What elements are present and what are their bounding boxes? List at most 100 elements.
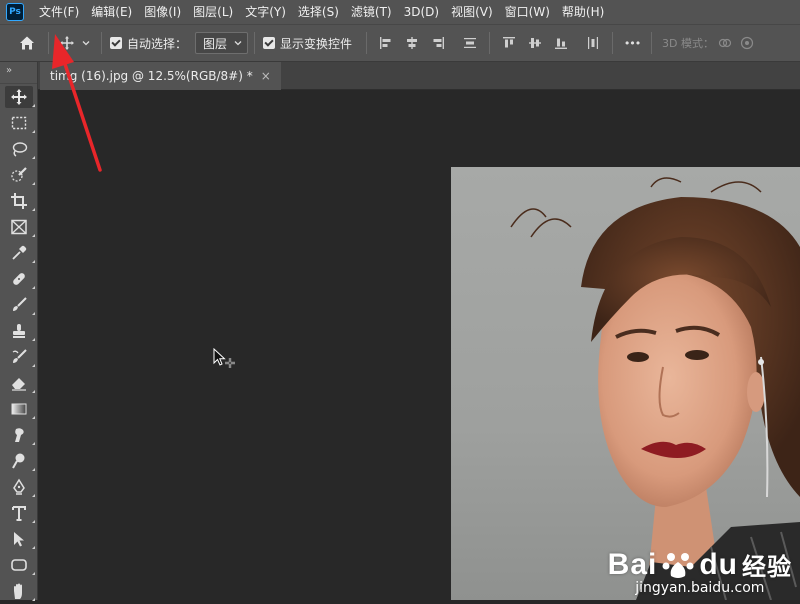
tool-history-brush[interactable] — [0, 344, 38, 370]
menu-3d[interactable]: 3D(D) — [398, 0, 445, 24]
eyedropper-icon — [12, 245, 27, 260]
align-bottom-icon — [555, 38, 568, 49]
menu-bar: Ps 文件(F) 编辑(E) 图像(I) 图层(L) 文字(Y) 选择(S) 滤… — [0, 0, 800, 24]
tool-hand[interactable] — [0, 578, 38, 604]
document-canvas[interactable]: Bai du 经验 jingyan.baidu.com — [451, 167, 800, 600]
auto-select-checkbox[interactable] — [110, 37, 122, 49]
separator — [366, 32, 368, 54]
watermark-brand: Bai du 经验 — [608, 547, 792, 582]
tool-lasso[interactable] — [0, 136, 38, 162]
tool-crop[interactable] — [0, 188, 38, 214]
home-icon — [20, 36, 34, 50]
3d-orbit-button[interactable] — [714, 30, 736, 56]
clone-stamp-icon — [13, 324, 25, 338]
distribute-horizontal-icon — [588, 37, 599, 49]
paw-icon — [662, 552, 694, 578]
tool-brush[interactable] — [0, 292, 38, 318]
tool-frame[interactable] — [0, 214, 38, 240]
document-tab-title: timg (16).jpg @ 12.5%(RGB/8#) * — [50, 69, 253, 83]
hand-icon — [14, 583, 22, 599]
lasso-icon — [12, 142, 28, 157]
auto-select-value: 图层 — [203, 36, 228, 51]
move-cursor-icon — [213, 348, 235, 368]
separator — [101, 32, 102, 54]
frame-icon — [11, 219, 27, 235]
tool-quick-selection[interactable] — [0, 162, 38, 188]
more-options-button[interactable]: ••• — [619, 30, 645, 56]
watermark-brand-jy: 经验 — [742, 554, 792, 581]
align-right-icon — [433, 37, 445, 49]
menu-help[interactable]: 帮助(H) — [556, 0, 610, 24]
tool-gradient[interactable] — [0, 396, 38, 422]
tools-panel: » — [0, 62, 38, 601]
chevron-down-icon — [234, 41, 242, 46]
baidu-jingyan-watermark: Bai du 经验 jingyan.baidu.com — [608, 547, 792, 597]
menu-filter[interactable]: 滤镜(T) — [345, 0, 398, 24]
separator — [489, 32, 491, 54]
menu-select[interactable]: 选择(S) — [292, 0, 345, 24]
distribute-horizontal-button[interactable] — [580, 30, 606, 56]
menu-window[interactable]: 窗口(W) — [499, 0, 556, 24]
menu-image[interactable]: 图像(I) — [138, 0, 187, 24]
separator — [48, 32, 49, 54]
tool-eyedropper[interactable] — [0, 240, 38, 266]
home-button[interactable] — [12, 30, 42, 56]
separator — [612, 32, 614, 54]
portrait-photo — [510, 177, 800, 600]
close-icon[interactable]: × — [261, 69, 271, 83]
photoshop-logo[interactable]: Ps — [6, 3, 24, 21]
dodge-icon — [12, 453, 25, 469]
tool-preset-picker[interactable] — [55, 30, 95, 56]
quick-selection-icon — [11, 167, 27, 182]
menu-layer[interactable]: 图层(L) — [187, 0, 239, 24]
align-hcenter-button[interactable] — [399, 30, 425, 56]
tool-type[interactable] — [0, 500, 38, 526]
menu-file[interactable]: 文件(F) — [33, 0, 85, 24]
menu-type[interactable]: 文字(Y) — [239, 0, 292, 24]
rectangle-shape-icon — [11, 559, 27, 571]
watermark-brand-bai: Bai — [607, 547, 658, 581]
tool-path-selection[interactable] — [0, 526, 38, 552]
tool-rectangle[interactable] — [0, 552, 38, 578]
separator — [651, 32, 653, 54]
tool-eraser[interactable] — [0, 370, 38, 396]
tool-pen[interactable] — [0, 474, 38, 500]
3d-mode-label: 3D 模式： — [662, 37, 715, 50]
collapse-panel-toggle[interactable]: » — [0, 62, 37, 84]
chevron-down-icon — [82, 41, 90, 46]
align-vcenter-button[interactable] — [522, 30, 548, 56]
auto-select-dropdown[interactable]: 图层 — [195, 32, 249, 54]
document-tab[interactable]: timg (16).jpg @ 12.5%(RGB/8#) * × — [40, 62, 281, 90]
type-icon — [12, 506, 26, 521]
tool-clone-stamp[interactable] — [0, 318, 38, 344]
3d-rotate-icon — [740, 36, 754, 50]
align-right-button[interactable] — [425, 30, 451, 56]
3d-orbit-icon — [718, 38, 732, 48]
show-transform-checkbox[interactable] — [263, 37, 276, 49]
tool-smudge[interactable] — [0, 422, 38, 448]
tool-healing-brush[interactable] — [0, 266, 38, 292]
smudge-icon — [15, 428, 24, 442]
more-options-icon: ••• — [623, 36, 641, 50]
separator — [254, 32, 256, 54]
align-bottom-button[interactable] — [548, 30, 574, 56]
path-selection-icon — [14, 532, 24, 547]
3d-rotate-button[interactable] — [736, 30, 758, 56]
tool-move[interactable] — [0, 84, 38, 110]
distribute-vertical-icon — [464, 38, 477, 48]
watermark-url: jingyan.baidu.com — [635, 580, 765, 596]
align-top-button[interactable] — [496, 30, 522, 56]
tool-rectangular-marquee[interactable] — [0, 110, 38, 136]
align-horizontal-center-icon — [407, 37, 418, 49]
gradient-icon — [11, 403, 27, 415]
distribute-vertical-button[interactable] — [457, 30, 483, 56]
show-transform-label: 显示变换控件 — [280, 36, 353, 51]
canvas-workspace[interactable]: Bai du 经验 jingyan.baidu.com — [38, 90, 800, 600]
tool-dodge[interactable] — [0, 448, 38, 474]
align-left-button[interactable] — [373, 30, 399, 56]
watermark-brand-du: du — [699, 547, 738, 581]
menu-view[interactable]: 视图(V) — [445, 0, 499, 24]
history-brush-icon — [12, 349, 27, 363]
move-tool-icon — [60, 36, 74, 50]
menu-edit[interactable]: 编辑(E) — [85, 0, 138, 24]
